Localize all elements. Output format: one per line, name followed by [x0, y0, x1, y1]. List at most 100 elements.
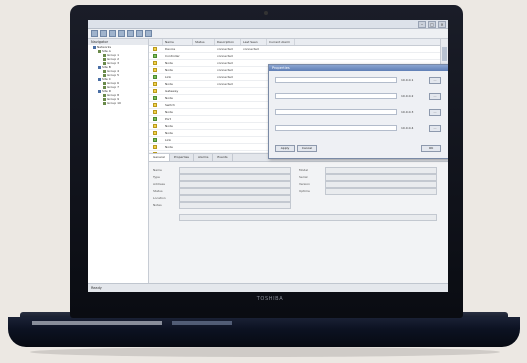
tab-alarms[interactable]: Alarms	[194, 154, 214, 161]
table-cell: Gateway	[165, 89, 179, 93]
minimize-button[interactable]: –	[418, 21, 426, 28]
table-cell	[193, 109, 215, 115]
status-icon	[153, 47, 157, 51]
grid-header: Name Status Description Last Seen Current Al…	[149, 39, 448, 46]
status-icon	[153, 54, 157, 58]
text-field[interactable]	[179, 167, 291, 174]
close-button[interactable]: ×	[438, 21, 446, 28]
table-cell: Port	[165, 117, 171, 121]
dialog-value: 10.0.0.4	[401, 126, 414, 130]
new-icon[interactable]	[91, 30, 98, 37]
table-cell: connected	[217, 47, 233, 51]
dialog-browse-button[interactable]: …	[429, 125, 441, 132]
table-cell	[241, 123, 267, 129]
status-icon	[153, 110, 157, 114]
table-cell	[215, 130, 241, 136]
tree-item[interactable]: Group 10	[88, 101, 148, 105]
text-field[interactable]	[179, 195, 291, 202]
status-icon	[153, 61, 157, 65]
detail-panel: General Properties Alarms Events Name Type Ad…	[149, 153, 448, 284]
settings-icon[interactable]	[136, 30, 143, 37]
dialog-title: Properties	[269, 65, 448, 71]
save-icon[interactable]	[109, 30, 116, 37]
text-field[interactable]	[325, 174, 437, 181]
field-label: Model	[299, 168, 309, 172]
field-label: Type	[153, 175, 160, 179]
table-cell	[241, 53, 267, 59]
grid-column-header[interactable]: Status	[193, 39, 215, 45]
text-field[interactable]	[325, 167, 437, 174]
help-icon[interactable]	[145, 30, 152, 37]
table-cell: Node	[165, 82, 173, 86]
table-cell: Link	[165, 75, 172, 79]
tab-properties[interactable]: Properties	[170, 154, 194, 161]
table-cell	[241, 116, 267, 122]
refresh-icon[interactable]	[118, 30, 125, 37]
dialog-browse-button[interactable]: …	[429, 93, 441, 100]
table-cell	[215, 109, 241, 115]
table-cell	[215, 144, 241, 150]
table-cell	[149, 60, 163, 66]
cancel-button[interactable]: Cancel	[297, 145, 317, 152]
maximize-button[interactable]: □	[428, 21, 436, 28]
delete-icon[interactable]	[127, 30, 134, 37]
field-label: Name	[153, 168, 162, 172]
table-row[interactable]: Device connected connected	[149, 46, 448, 53]
open-icon[interactable]	[100, 30, 107, 37]
grid-column-header[interactable]: Current Alarm	[267, 39, 295, 45]
table-cell: Node	[165, 145, 173, 149]
table-cell	[193, 74, 215, 80]
table-cell: Link	[165, 138, 172, 142]
grid-column-header[interactable]: Name	[163, 39, 193, 45]
text-field[interactable]	[179, 202, 291, 209]
text-field[interactable]	[325, 181, 437, 188]
table-cell: connected	[217, 82, 233, 86]
tab-general[interactable]: General	[149, 154, 170, 161]
ok-button[interactable]: OK	[421, 145, 441, 152]
table-cell	[215, 95, 241, 101]
tree-item-label: Group 10	[107, 101, 121, 105]
text-field[interactable]	[179, 174, 291, 181]
brand-logo: TOSHIBA	[256, 296, 284, 302]
status-icon	[153, 145, 157, 149]
dialog-input[interactable]	[275, 93, 397, 99]
table-cell	[193, 137, 215, 143]
grid-column-header[interactable]: Last Seen	[241, 39, 267, 45]
dialog-browse-button[interactable]: …	[429, 77, 441, 84]
table-cell	[193, 67, 215, 73]
text-field[interactable]	[325, 188, 437, 195]
laptop: TOSHIBA – □ × Navigator Networks Site A Gr…	[0, 0, 527, 363]
status-icon	[153, 131, 157, 135]
grid-column-header[interactable]: Description	[215, 39, 241, 45]
table-cell	[215, 88, 241, 94]
status-icon	[153, 68, 157, 72]
dialog-input[interactable]	[275, 77, 397, 83]
table-cell	[241, 88, 267, 94]
table-cell	[149, 95, 163, 101]
dialog-input[interactable]	[275, 125, 397, 131]
field-label: Version	[299, 182, 311, 186]
scrollbar-thumb[interactable]	[442, 47, 447, 61]
dialog-browse-button[interactable]: …	[429, 109, 441, 116]
table-cell	[241, 74, 267, 80]
apply-button[interactable]: Apply	[275, 145, 295, 152]
text-field[interactable]	[179, 188, 291, 195]
properties-dialog: Properties 10.0.0.1 … 10.0.0.2 … 10.0.0.3 … 10…	[268, 64, 448, 159]
table-cell	[241, 137, 267, 143]
tab-events[interactable]: Events	[213, 154, 233, 161]
dialog-input[interactable]	[275, 109, 397, 115]
table-cell	[215, 102, 241, 108]
table-row[interactable]: Controller connected	[149, 53, 448, 60]
toolbar	[88, 29, 448, 39]
status-icon	[153, 75, 157, 79]
notes-field[interactable]	[179, 214, 437, 221]
text-field[interactable]	[179, 181, 291, 188]
table-cell	[215, 123, 241, 129]
table-cell	[267, 46, 295, 52]
dialog-value: 10.0.0.2	[401, 94, 414, 98]
table-cell	[193, 123, 215, 129]
grid-column-header[interactable]	[149, 39, 163, 45]
table-cell	[215, 137, 241, 143]
field-label: Address	[153, 182, 165, 186]
table-cell	[149, 74, 163, 80]
